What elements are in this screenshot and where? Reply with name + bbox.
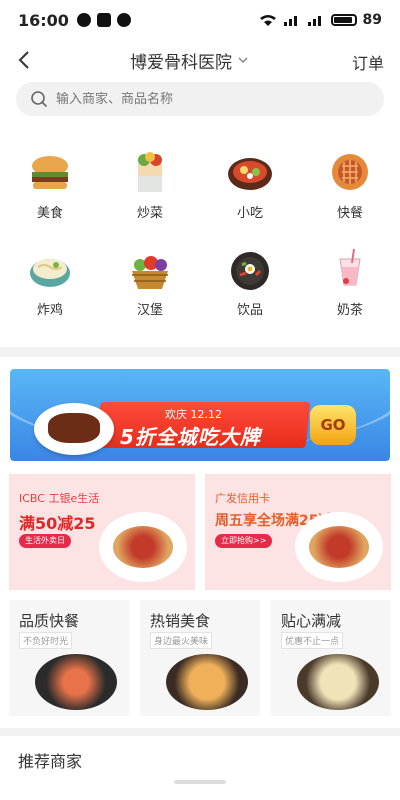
go-button[interactable]: GO — [310, 405, 356, 445]
feature-card-manjian[interactable]: 贴心满减 优惠不止一点 — [271, 600, 391, 716]
feature-title: 品质快餐 — [19, 612, 80, 630]
search-bar[interactable] — [16, 82, 384, 116]
promo-card-icbc[interactable]: ICBC 工银e生活 满50减25 生活外卖日 — [9, 474, 195, 590]
sushi-image — [35, 654, 117, 710]
app-notification-icon — [116, 13, 131, 27]
back-arrow-icon[interactable] — [16, 50, 32, 70]
recommend-heading: 推荐商家 — [18, 752, 83, 771]
burger-icon — [32, 156, 68, 189]
signal-icon — [283, 16, 297, 26]
promo-button[interactable]: 生活外卖日 — [19, 534, 71, 548]
category-yinpin[interactable]: 饮品 — [200, 245, 300, 318]
wrap-icon — [138, 152, 162, 192]
steak-image — [48, 413, 100, 443]
feature-subtitle: 优惠不止一点 — [281, 632, 344, 649]
category-label: 快餐 — [336, 206, 363, 221]
category-label: 炒菜 — [136, 206, 163, 221]
banner-subtitle: 欢庆 12.12 — [165, 408, 222, 421]
bibimbap-icon — [231, 252, 269, 290]
category-label: 汉堡 — [136, 303, 163, 318]
promo-tag: 广发信用卡 — [215, 492, 270, 505]
section-divider — [0, 347, 400, 357]
category-chaocai[interactable]: 炒菜 — [100, 148, 200, 221]
steak-plate-image — [295, 512, 383, 582]
promo-tag: ICBC 工银e生活 — [19, 492, 100, 505]
home-indicator — [174, 780, 226, 784]
feature-subtitle: 不负好时光 — [19, 632, 73, 649]
status-bar: 16:00 89 — [0, 0, 400, 40]
category-kuaican[interactable]: 快餐 — [300, 148, 400, 221]
battery-icon — [330, 14, 357, 26]
wifi-icon — [259, 15, 276, 26]
search-input[interactable] — [56, 91, 356, 107]
top-nav: 博爱骨科医院 订单 — [0, 40, 400, 80]
promo-card-guangfa[interactable]: 广发信用卡 周五享全场满25减50 立即抢购>> — [205, 474, 391, 590]
page-title: 博爱骨科医院 — [130, 52, 232, 73]
banner-headline: 5折全城吃大牌 — [120, 425, 261, 449]
category-label: 小吃 — [236, 206, 263, 221]
orders-link[interactable]: 订单 — [352, 50, 384, 74]
signal-icon-2 — [307, 16, 321, 26]
chevron-down-icon — [238, 57, 248, 64]
category-zhaji[interactable]: 炸鸡 — [0, 245, 100, 318]
feature-title: 热销美食 — [150, 612, 211, 630]
location-selector[interactable]: 博爱骨科医院 — [130, 48, 248, 73]
category-label: 饮品 — [236, 303, 263, 318]
noodle-bowl-icon — [30, 259, 70, 287]
hotpot-icon — [228, 158, 272, 190]
category-hanbao[interactable]: 汉堡 — [100, 245, 200, 318]
milk-tea-icon — [339, 248, 361, 286]
category-xiaochi[interactable]: 小吃 — [200, 148, 300, 221]
section-divider — [0, 728, 400, 736]
food-platter-image — [99, 512, 187, 582]
promo-banner[interactable]: 欢庆 12.12 5折全城吃大牌 GO — [10, 369, 390, 461]
category-meishi[interactable]: 美食 — [0, 148, 100, 221]
promo-button[interactable]: 立即抢购>> — [215, 534, 273, 548]
waffle-icon — [332, 154, 368, 190]
mail-icon — [96, 13, 111, 27]
category-label: 美食 — [36, 206, 63, 221]
category-grid: 美食 炒菜 小吃 快餐 炸鸡 汉堡 饮品 奶茶 — [0, 148, 400, 318]
category-label: 奶茶 — [336, 303, 363, 318]
feature-subtitle: 身边最火美味 — [150, 632, 213, 649]
soup-image — [297, 654, 379, 710]
search-icon — [31, 91, 48, 108]
category-naicha[interactable]: 奶茶 — [300, 245, 400, 318]
category-label: 炸鸡 — [36, 303, 63, 318]
promo-offer: 满50减25 — [19, 514, 96, 533]
message-icon — [76, 13, 91, 27]
status-time: 16:00 — [18, 10, 69, 30]
fruit-basket-icon — [132, 256, 168, 289]
feature-card-rexiao[interactable]: 热销美食 身边最火美味 — [140, 600, 260, 716]
feature-title: 贴心满减 — [281, 612, 342, 630]
noodles-image — [166, 654, 248, 710]
feature-card-pinzhi[interactable]: 品质快餐 不负好时光 — [9, 600, 129, 716]
battery-level: 89 — [362, 12, 382, 28]
